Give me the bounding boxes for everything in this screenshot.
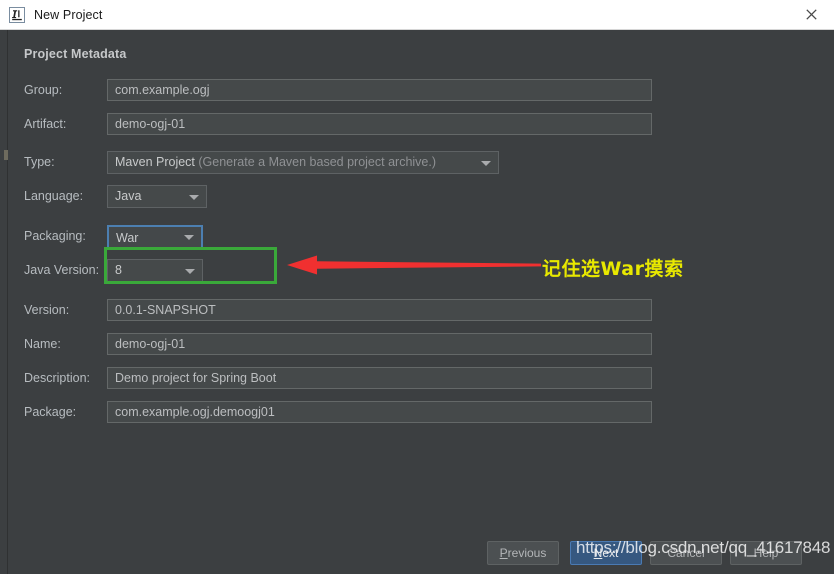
annotation-note-text: 记住选War摸索 — [542, 258, 684, 280]
label-description: Description: — [24, 371, 90, 385]
package-input[interactable]: com.example.ogj.demoogj01 — [107, 401, 652, 423]
label-group: Group: — [24, 83, 63, 97]
artifact-input[interactable]: demo-ogj-01 — [107, 113, 652, 135]
close-icon[interactable] — [788, 0, 834, 29]
description-input[interactable]: Demo project for Spring Boot — [107, 367, 652, 389]
new-project-dialog: New Project Project Metadata Group: com.… — [0, 0, 834, 574]
language-value: Java — [115, 189, 142, 203]
java-version-value: 8 — [115, 263, 122, 277]
version-input[interactable]: 0.0.1-SNAPSHOT — [107, 299, 652, 321]
packaging-value: War — [116, 231, 139, 245]
type-value: Maven Project — [115, 155, 195, 169]
chevron-down-icon — [481, 160, 491, 166]
titlebar: New Project — [0, 0, 834, 30]
label-version: Version: — [24, 303, 70, 317]
rail-notch — [4, 150, 8, 160]
dialog-body: Project Metadata Group: com.example.ogj … — [9, 30, 834, 574]
next-button[interactable]: Next — [570, 541, 642, 565]
java-version-combobox[interactable]: 8 — [107, 259, 203, 282]
language-combobox[interactable]: Java — [107, 185, 207, 208]
dialog-button-bar: Previous Next Cancel Help — [9, 535, 834, 574]
help-button[interactable]: Help — [730, 541, 802, 565]
next-label: ext — [602, 546, 619, 560]
window-title: New Project — [34, 7, 103, 22]
red-arrow-annotation — [281, 248, 541, 282]
label-packaging: Packaging: — [24, 229, 86, 243]
name-input[interactable]: demo-ogj-01 — [107, 333, 652, 355]
label-java-version: Java Version: — [24, 263, 100, 277]
previous-label: revious — [507, 546, 547, 560]
label-language: Language: — [24, 189, 84, 203]
label-artifact: Artifact: — [24, 117, 67, 131]
intellij-idea-icon — [9, 6, 25, 23]
packaging-combobox[interactable]: War — [107, 225, 203, 249]
left-edge-rail — [0, 30, 8, 574]
group-input[interactable]: com.example.ogj — [107, 79, 652, 101]
chevron-down-icon — [184, 235, 194, 240]
cancel-button[interactable]: Cancel — [650, 541, 722, 565]
label-type: Type: — [24, 155, 55, 169]
type-combobox[interactable]: Maven Project (Generate a Maven based pr… — [107, 151, 499, 174]
section-title-project-metadata: Project Metadata — [24, 47, 127, 61]
previous-button[interactable]: Previous — [487, 541, 559, 565]
previous-mnemonic: P — [499, 546, 508, 560]
label-name: Name: — [24, 337, 61, 351]
label-package: Package: — [24, 405, 77, 419]
type-hint: (Generate a Maven based project archive.… — [198, 155, 437, 169]
chevron-down-icon — [189, 194, 199, 200]
chevron-down-icon — [185, 268, 195, 274]
